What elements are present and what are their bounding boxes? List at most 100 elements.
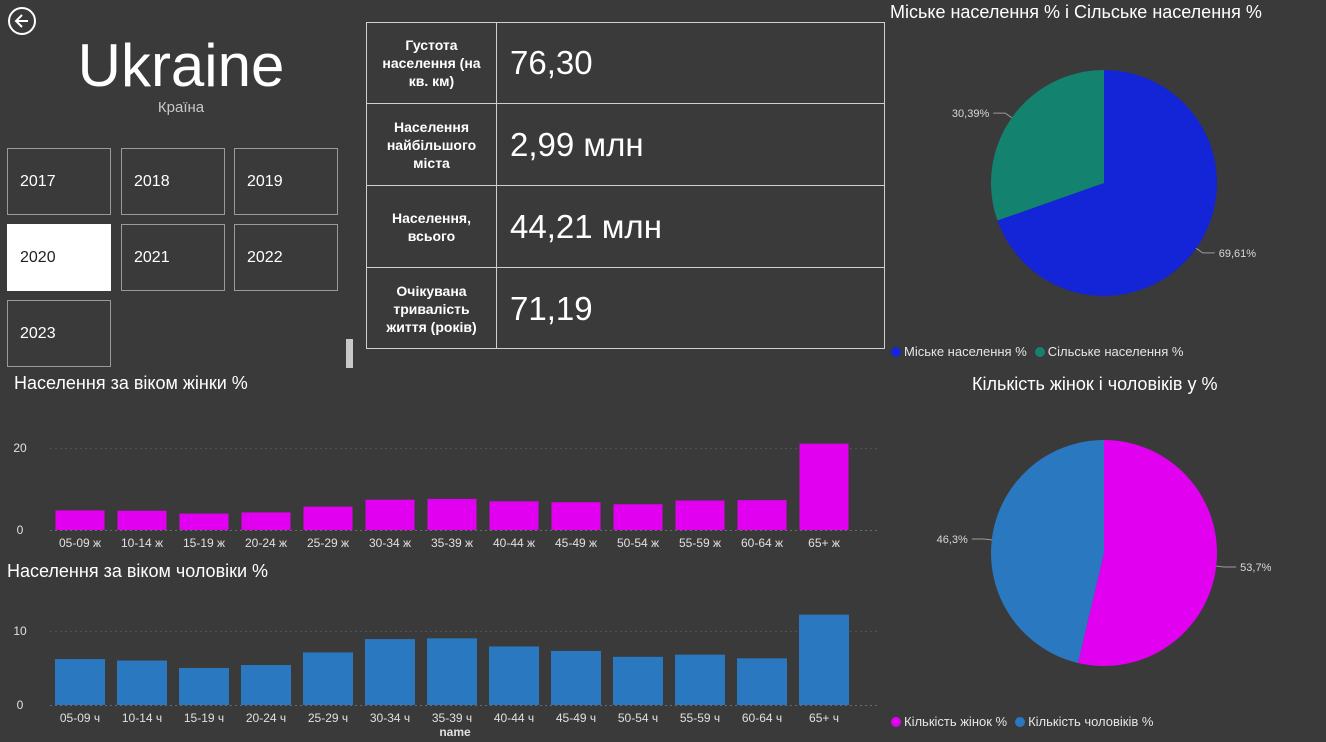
x-tick-label: 15-19 ж	[183, 536, 225, 550]
urban-rural-legend: Міське населення % Сільське населення %	[891, 344, 1191, 359]
legend-dot-urban	[891, 346, 901, 357]
men-age-chart-title: Населення за віком чоловіки %	[7, 561, 269, 581]
men-leader-line	[971, 538, 992, 541]
bar[interactable]	[303, 506, 353, 530]
bar[interactable]	[179, 513, 229, 530]
legend-item-men[interactable]: Кількість чоловіків %	[1015, 714, 1153, 729]
kpi-label: Населення найбільшого міста	[367, 104, 497, 185]
bar[interactable]	[489, 646, 539, 705]
year-button-2019[interactable]: 2019	[234, 148, 338, 215]
bar[interactable]	[241, 512, 291, 530]
slicer-scrollbar[interactable]	[346, 339, 353, 368]
kpi-row-density: Густота населення (на кв. км) 76,30	[367, 23, 884, 103]
women-age-chart-title: Населення за віком жінки %	[14, 373, 248, 393]
y-tick-label: 0	[17, 523, 24, 537]
bar[interactable]	[117, 510, 167, 530]
bar[interactable]	[613, 504, 663, 530]
year-button-2018[interactable]: 2018	[121, 148, 225, 215]
year-button-2022[interactable]: 2022	[234, 224, 338, 291]
kpi-row-total-population: Населення, всього 44,21 млн	[367, 185, 884, 267]
x-tick-label: 45-49 ч	[556, 711, 596, 725]
x-tick-label: 30-34 ч	[370, 711, 410, 725]
x-tick-label: 40-44 ж	[493, 536, 535, 550]
bar[interactable]	[365, 499, 415, 530]
women-data-label: 53,7%	[1240, 562, 1271, 574]
kpi-row-largest-city: Населення найбільшого міста 2,99 млн	[367, 103, 884, 185]
bar[interactable]	[241, 665, 291, 705]
x-tick-label: 65+ ч	[809, 711, 839, 725]
bar[interactable]	[799, 614, 849, 705]
bar[interactable]	[303, 652, 353, 705]
year-button-2017[interactable]: 2017	[7, 148, 111, 215]
kpi-label: Очікувана тривалість життя (років)	[367, 268, 497, 349]
bar[interactable]	[613, 656, 663, 705]
women-age-bar-chart: 0 20 05-09 ж 10-14 ж 15-19 ж 20-24 ж 25-29 ж 30…	[13, 441, 878, 550]
bar[interactable]	[551, 650, 601, 705]
urban-leader-line	[1195, 247, 1215, 254]
x-tick-label: 60-64 ч	[742, 711, 782, 725]
year-button-2021[interactable]: 2021	[121, 224, 225, 291]
kpi-value: 2,99 млн	[510, 125, 644, 163]
x-tick-label: 10-14 ж	[121, 536, 163, 550]
x-tick-label: 55-59 ж	[679, 536, 721, 550]
y-tick-label: 10	[13, 624, 27, 638]
x-tick-label: 30-34 ж	[369, 536, 411, 550]
year-button-2020[interactable]: 2020	[7, 224, 111, 291]
legend-label-rural: Сільське населення %	[1047, 344, 1184, 359]
gender-chart-title: Кількість жінок і чоловіків у %	[972, 374, 1218, 394]
men-data-label: 46,3%	[937, 534, 968, 546]
x-tick-label: 35-39 ч	[432, 711, 472, 725]
bar[interactable]	[737, 658, 787, 705]
rural-leader-line	[993, 112, 1013, 119]
legend-label-women: Кількість жінок %	[904, 714, 1008, 729]
y-tick-label: 0	[17, 698, 24, 712]
y-tick-label: 20	[13, 441, 27, 455]
bar[interactable]	[489, 501, 539, 530]
bar[interactable]	[675, 654, 725, 705]
bar[interactable]	[55, 659, 105, 705]
urban-rural-pie-chart: 69,61% 30,39%	[952, 70, 1256, 296]
gender-pie-chart: 53,7% 46,3%	[937, 440, 1272, 666]
x-tick-label: 45-49 ж	[555, 536, 597, 550]
x-tick-label: 05-09 ч	[60, 711, 100, 725]
country-title: Ukraine	[77, 32, 285, 99]
x-tick-label: 40-44 ч	[494, 711, 534, 725]
back-button[interactable]	[8, 7, 36, 35]
bar[interactable]	[737, 500, 787, 530]
urban-rural-chart-title: Міське населення % і Сільське населення …	[890, 2, 1262, 22]
legend-dot-rural	[1034, 346, 1045, 357]
women-leader-line	[1216, 565, 1237, 568]
x-tick-label: 25-29 ч	[308, 711, 348, 725]
bar[interactable]	[427, 498, 477, 530]
x-tick-label: 65+ ж	[808, 536, 840, 550]
x-tick-label: 55-59 ч	[680, 711, 720, 725]
bar[interactable]	[179, 667, 229, 705]
x-tick-label: 20-24 ж	[245, 536, 287, 550]
kpi-value: 71,19	[510, 289, 593, 327]
legend-item-urban[interactable]: Міське населення %	[891, 344, 1027, 359]
kpi-value: 76,30	[510, 44, 593, 81]
kpi-row-life-expectancy: Очікувана тривалість життя (років) 71,19	[367, 267, 884, 349]
legend-item-rural[interactable]: Сільське населення %	[1034, 344, 1184, 359]
legend-dot-women	[891, 716, 901, 727]
gender-legend: Кількість жінок % Кількість чоловіків %	[891, 714, 1161, 729]
kpi-table: Густота населення (на кв. км) 76,30 Насе…	[366, 22, 885, 349]
bar[interactable]	[551, 502, 601, 530]
bar[interactable]	[117, 660, 167, 705]
x-axis-title: name	[439, 725, 471, 739]
bar[interactable]	[675, 500, 725, 530]
x-tick-label: 20-24 ч	[246, 711, 286, 725]
bar[interactable]	[799, 443, 849, 530]
legend-dot-men	[1015, 716, 1026, 727]
year-button-2023[interactable]: 2023	[7, 300, 111, 367]
bar[interactable]	[55, 510, 105, 530]
bar[interactable]	[427, 638, 477, 705]
kpi-value: 44,21 млн	[510, 207, 662, 245]
legend-item-women[interactable]: Кількість жінок %	[891, 714, 1007, 729]
x-tick-label: 60-64 ж	[741, 536, 783, 550]
x-tick-label: 25-29 ж	[307, 536, 349, 550]
x-tick-label: 10-14 ч	[122, 711, 162, 725]
x-tick-label: 50-54 ж	[617, 536, 659, 550]
bar[interactable]	[365, 639, 415, 705]
x-tick-label: 50-54 ч	[618, 711, 658, 725]
